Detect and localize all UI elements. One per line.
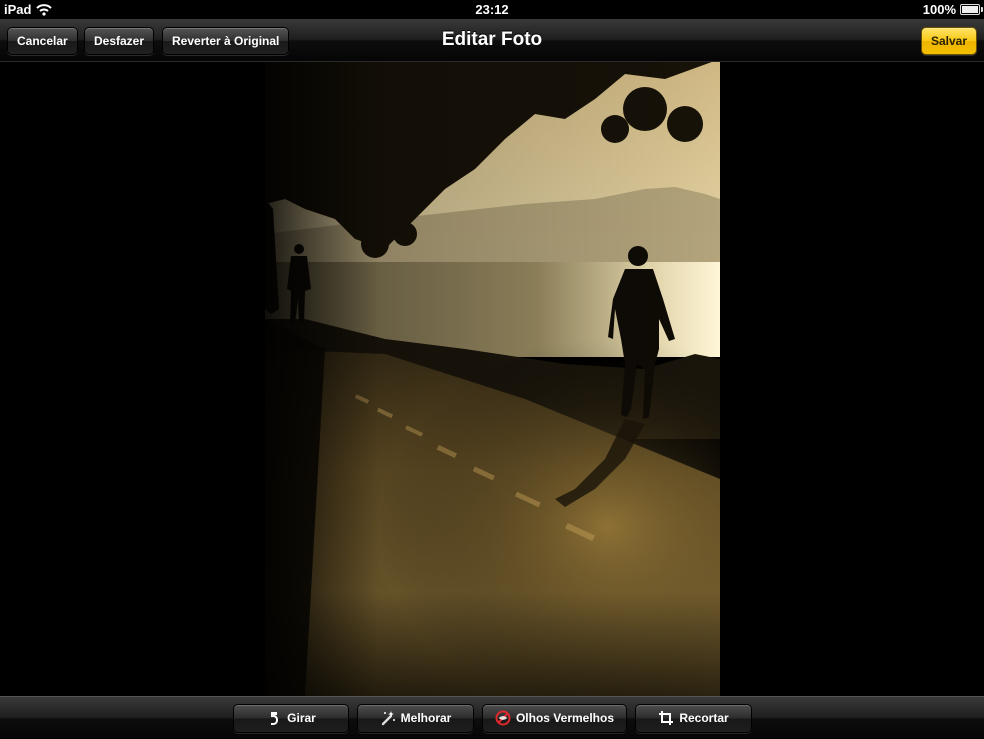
status-bar: iPad 23:12 100% [0,0,984,19]
photo-preview[interactable] [265,19,720,696]
battery-icon [960,4,983,15]
red-eye-label: Olhos Vermelhos [515,711,615,725]
rotate-button[interactable]: Girar [233,704,349,733]
navigation-bar: Cancelar Desfazer Reverter à Original Ed… [0,19,984,62]
crop-button[interactable]: Recortar [635,704,752,733]
battery-percentage: 100% [922,2,956,17]
rotate-label: Girar [287,711,316,725]
enhance-label: Melhorar [400,711,452,725]
red-eye-button[interactable]: Olhos Vermelhos [482,704,627,733]
enhance-button[interactable]: Melhorar [357,704,474,733]
crop-label: Recortar [679,711,729,725]
photo-image [265,19,720,696]
cancel-button[interactable]: Cancelar [7,27,78,55]
clock: 23:12 [475,2,509,17]
edit-toolbar: Girar Melhorar Olhos Vermelhos Recortar [0,696,984,739]
magic-wand-icon [381,710,395,726]
save-button[interactable]: Salvar [920,27,977,55]
revert-to-original-button[interactable]: Reverter à Original [162,27,290,55]
red-eye-icon [495,710,511,726]
crop-icon [659,710,674,725]
undo-button[interactable]: Desfazer [84,27,155,55]
rotate-icon [271,711,279,725]
